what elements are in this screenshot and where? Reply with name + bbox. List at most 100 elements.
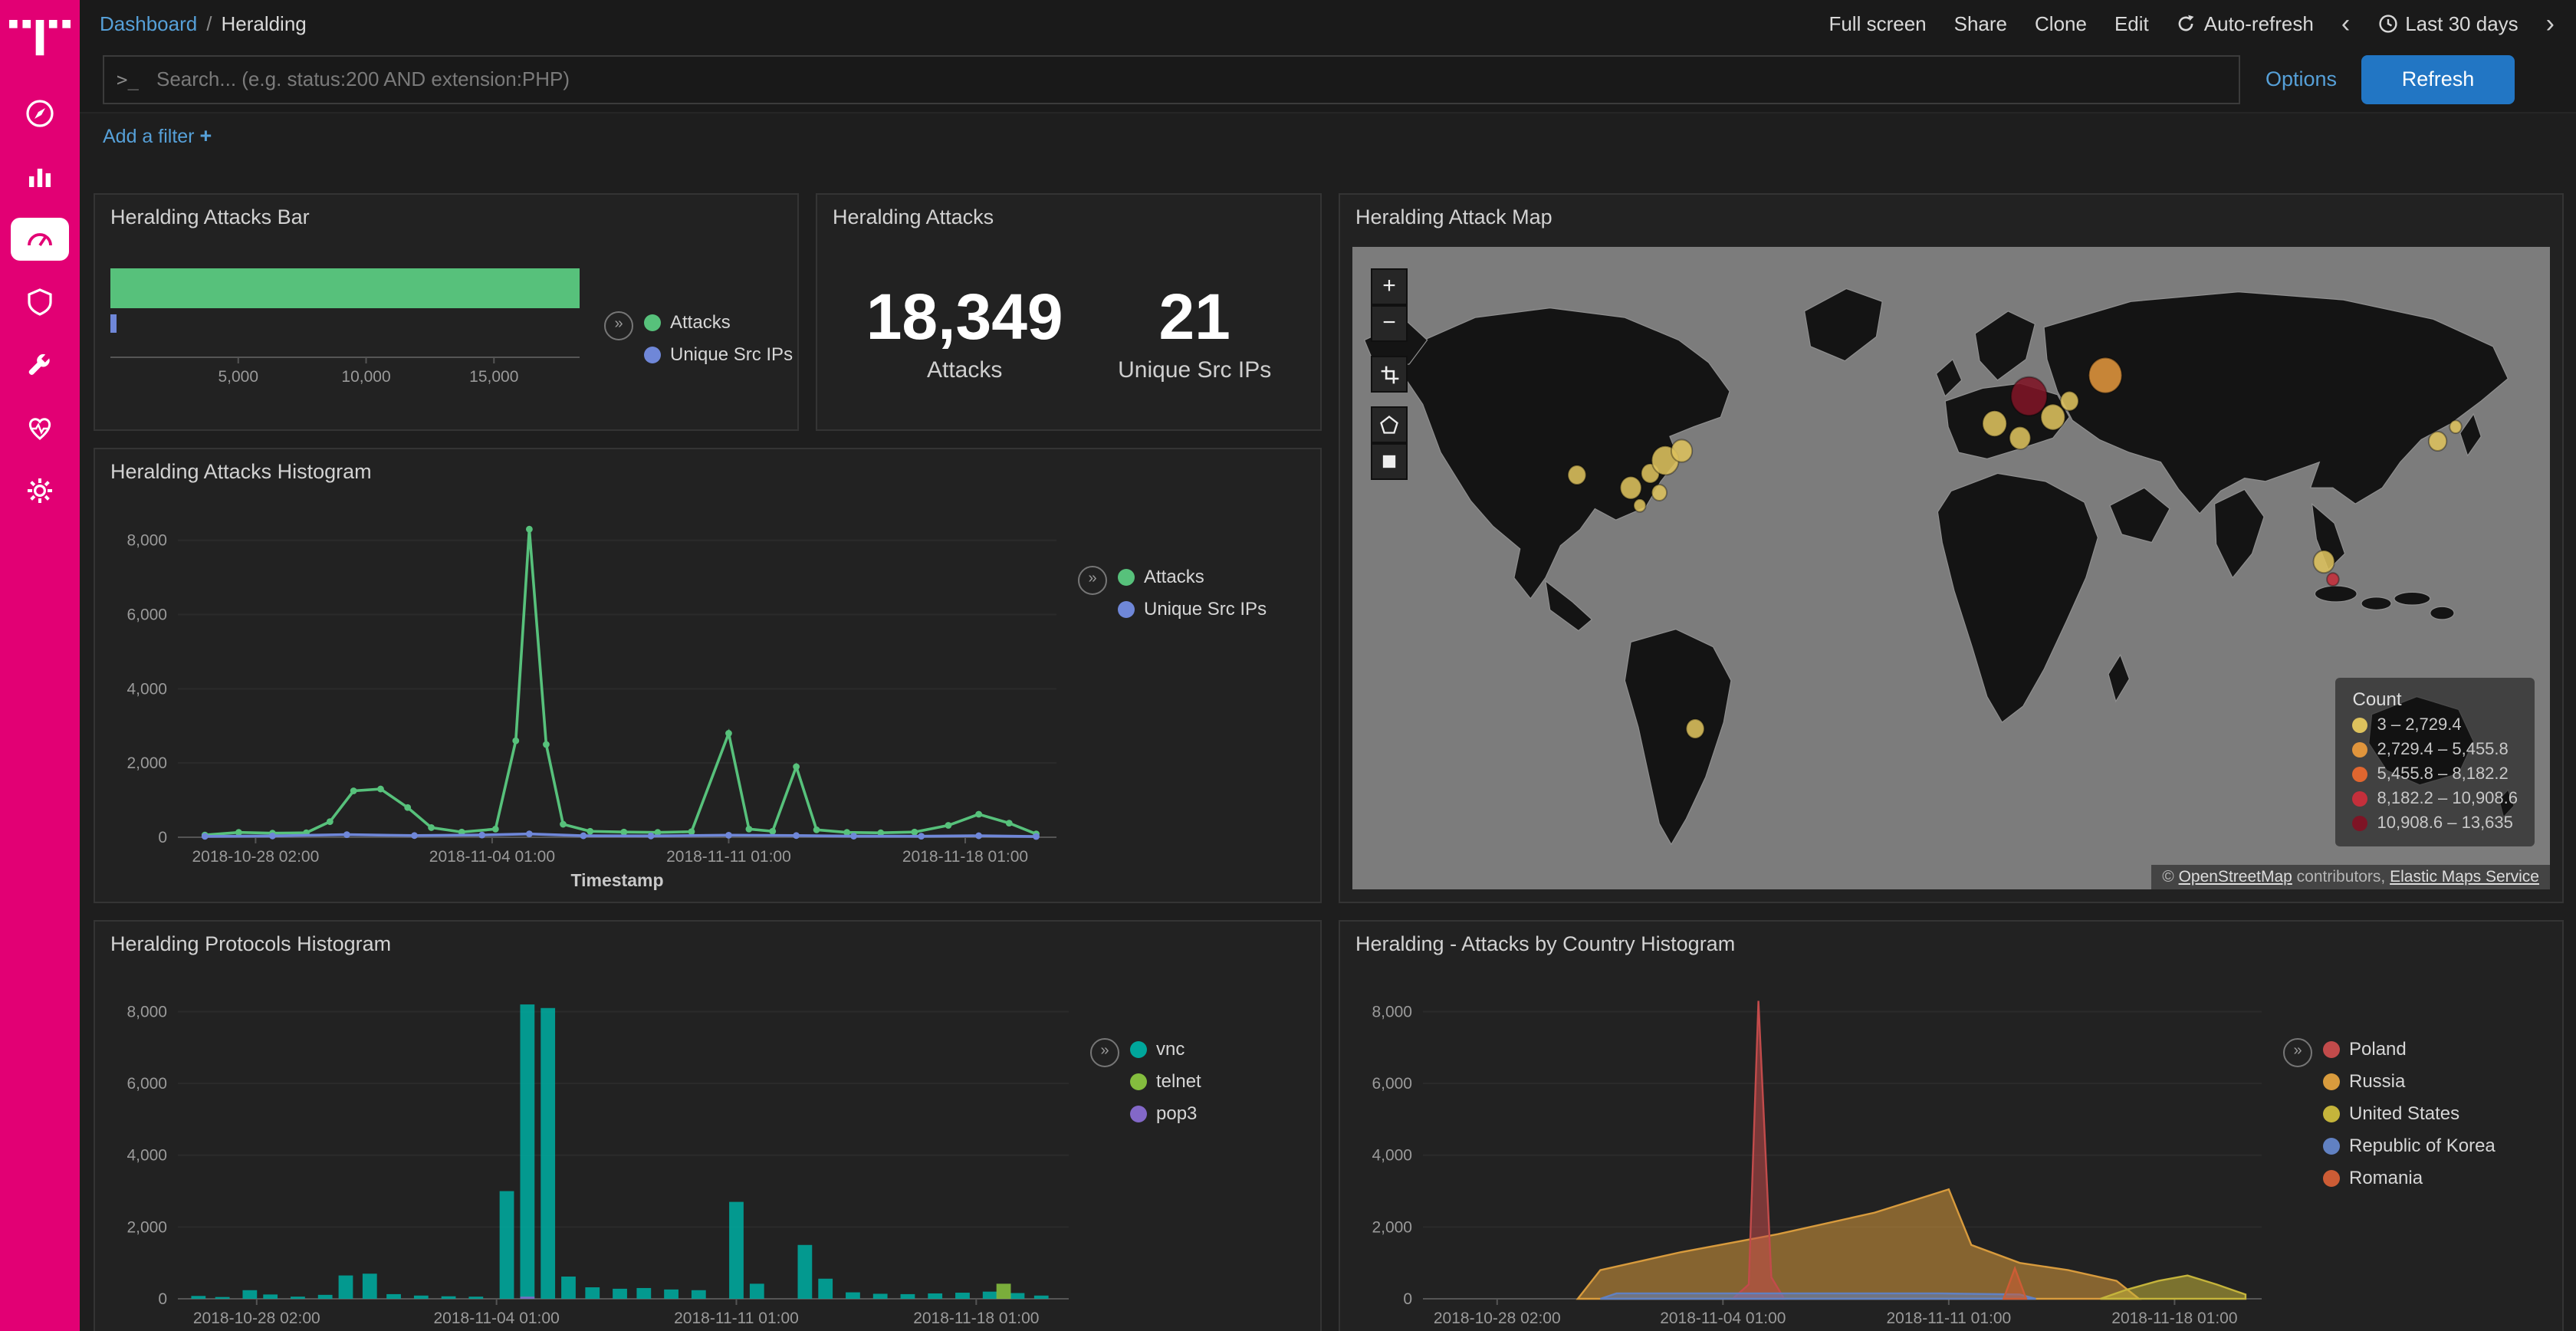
country-histogram-chart[interactable]: 02,0004,0006,0008,0002018-10-28 02:00201… — [1340, 965, 2283, 1331]
legend-swatch — [2353, 767, 2368, 782]
svg-text:8,000: 8,000 — [1372, 1003, 1412, 1020]
map-marker[interactable] — [2061, 392, 2078, 411]
metric-label: Unique Src IPs — [1118, 357, 1271, 383]
legend-item[interactable]: Poland — [2323, 1038, 2496, 1060]
map-polygon-tool-button[interactable] — [1371, 406, 1408, 443]
panel-heralding-attacks-histogram: Heralding Attacks Histogram 02,0004,0006… — [94, 448, 1322, 903]
map-rectangle-tool-button[interactable] — [1371, 443, 1408, 480]
legend-label: pop3 — [1156, 1103, 1197, 1124]
legend-toggle-icon[interactable]: » — [2283, 1038, 2312, 1067]
legend-item[interactable]: Unique Src IPs — [1118, 598, 1267, 619]
map-marker[interactable] — [2009, 427, 2030, 449]
map-marker[interactable] — [1983, 411, 2006, 437]
map-zoom-in-button[interactable]: + — [1371, 268, 1408, 305]
svg-text:2018-11-04 01:00: 2018-11-04 01:00 — [434, 1310, 560, 1327]
time-range-button[interactable]: Last 30 days — [2377, 12, 2518, 35]
map-marker[interactable] — [1568, 465, 1585, 485]
map-marker[interactable] — [1671, 439, 1692, 462]
map-marker[interactable] — [2450, 420, 2462, 433]
legend-item[interactable]: Republic of Korea — [2323, 1135, 2496, 1156]
map-marker[interactable] — [1686, 719, 1704, 738]
refresh-button[interactable]: Refresh — [2361, 54, 2515, 104]
sidebar-item-dev-tools[interactable] — [11, 343, 69, 386]
legend-item[interactable]: Unique Src IPs — [644, 343, 793, 365]
legend-label: Republic of Korea — [2349, 1135, 2496, 1156]
sidebar-item-management[interactable] — [11, 469, 69, 512]
clone-button[interactable]: Clone — [2035, 12, 2087, 35]
openstreetmap-link[interactable]: OpenStreetMap — [2179, 868, 2292, 886]
metric-label: Attacks — [866, 357, 1063, 383]
legend-item[interactable]: United States — [2323, 1103, 2496, 1124]
legend-range: 8,182.2 – 10,908.6 — [2377, 790, 2518, 808]
legend-item[interactable]: pop3 — [1130, 1103, 1201, 1124]
auto-refresh-button[interactable]: Auto-refresh — [2177, 12, 2314, 35]
attack-map[interactable]: + − — [1352, 247, 2550, 889]
svg-text:2018-11-18 01:00: 2018-11-18 01:00 — [913, 1310, 1039, 1327]
legend-item[interactable]: Attacks — [1118, 566, 1267, 587]
legend-item[interactable]: vnc — [1130, 1038, 1201, 1060]
map-marker[interactable] — [2041, 404, 2065, 430]
time-back-button[interactable]: ‹ — [2341, 10, 2350, 36]
edit-button[interactable]: Edit — [2114, 12, 2149, 35]
legend-item[interactable]: telnet — [1130, 1070, 1201, 1092]
map-marker[interactable] — [2089, 358, 2122, 393]
legend-item[interactable]: Romania — [2323, 1167, 2496, 1188]
legend-label: vnc — [1156, 1038, 1184, 1060]
map-fit-bounds-button[interactable] — [1371, 356, 1408, 393]
telekom-t-icon — [9, 18, 71, 58]
panel-heralding-attack-map: Heralding Attack Map — [1339, 193, 2564, 903]
sidebar-item-visualize[interactable] — [11, 155, 69, 198]
legend-item[interactable]: Attacks — [644, 311, 793, 333]
map-marker[interactable] — [2327, 573, 2339, 586]
elastic-maps-link[interactable]: Elastic Maps Service — [2390, 868, 2539, 886]
legend-label: telnet — [1156, 1070, 1201, 1092]
map-marker[interactable] — [2314, 550, 2334, 573]
sidebar-item-dashboard[interactable] — [11, 218, 69, 261]
gauge-icon — [25, 224, 55, 255]
search-input[interactable] — [103, 54, 2241, 104]
legend-toggle-icon[interactable]: » — [604, 311, 633, 340]
map-zoom-out-button[interactable]: − — [1371, 305, 1408, 342]
breadcrumb-dashboard-link[interactable]: Dashboard — [100, 12, 197, 35]
legend-swatch — [2323, 1040, 2340, 1057]
panel-title: Heralding Attack Map — [1340, 195, 2562, 228]
legend-label: Russia — [2349, 1070, 2405, 1092]
map-marker[interactable] — [1634, 499, 1646, 512]
legend: Attacks Unique Src IPs — [1118, 566, 1267, 902]
refresh-icon — [2177, 13, 2196, 33]
attacks-bar-chart[interactable]: 5,00010,00015,000 — [95, 238, 604, 429]
query-bar: >_ Options Refresh — [80, 46, 2576, 113]
legend-toggle-icon[interactable]: » — [1090, 1038, 1119, 1067]
add-filter-link[interactable]: Add a filter + — [103, 126, 212, 147]
map-marker[interactable] — [1620, 477, 1641, 499]
map-legend-row: 10,908.6 – 13,635 — [2353, 814, 2518, 833]
legend: Attacks Unique Src IPs — [644, 311, 793, 429]
map-marker[interactable] — [2429, 432, 2446, 451]
sidebar-item-honeypot[interactable] — [11, 281, 69, 324]
full-screen-button[interactable]: Full screen — [1829, 12, 1926, 35]
gear-icon — [25, 475, 55, 506]
share-button[interactable]: Share — [1954, 12, 2007, 35]
time-forward-button[interactable]: › — [2546, 10, 2555, 36]
panel-title: Heralding Protocols Histogram — [95, 922, 1320, 955]
legend-toggle-icon[interactable]: » — [1078, 566, 1107, 595]
legend-swatch — [1118, 600, 1135, 617]
options-link[interactable]: Options — [2266, 67, 2337, 90]
protocols-histogram-chart[interactable]: 02,0004,0006,0008,0002018-10-28 02:00201… — [95, 965, 1090, 1331]
map-marker[interactable] — [1652, 485, 1668, 501]
sidebar-item-monitoring[interactable] — [11, 406, 69, 449]
map-legend-row: 8,182.2 – 10,908.6 — [2353, 790, 2518, 808]
map-attribution: © OpenStreetMap contributors, Elastic Ma… — [2151, 865, 2550, 889]
legend-swatch — [644, 314, 661, 330]
telekom-logo[interactable] — [0, 0, 80, 67]
svg-text:0: 0 — [158, 1290, 167, 1308]
legend-label: Attacks — [1144, 566, 1204, 587]
svg-text:5,000: 5,000 — [218, 368, 258, 386]
attacks-histogram-chart[interactable]: 02,0004,0006,0008,0002018-10-28 02:00201… — [95, 492, 1078, 902]
legend-item[interactable]: Russia — [2323, 1070, 2496, 1092]
legend-swatch — [1130, 1073, 1147, 1089]
sidebar-item-discover[interactable] — [11, 92, 69, 135]
map-marker[interactable] — [2011, 377, 2047, 416]
legend-swatch — [644, 346, 661, 363]
svg-text:6,000: 6,000 — [127, 1075, 167, 1093]
